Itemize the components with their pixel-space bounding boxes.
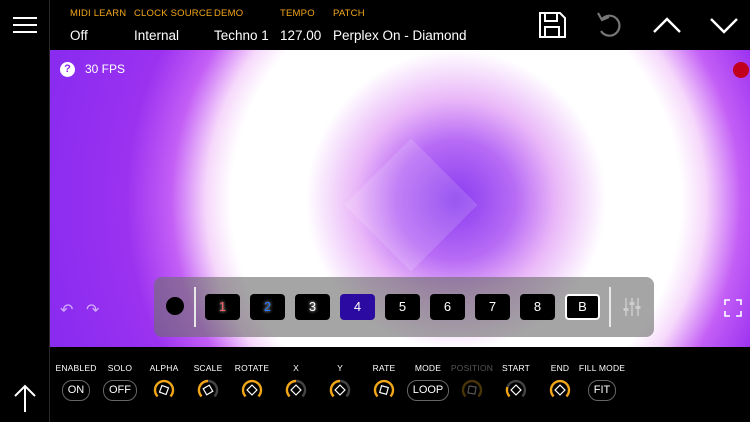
layer-controls-panel: ENABLED ON SOLO OFF ALPHA SCALE ROTATE X	[50, 347, 750, 422]
demo-label: DEMO	[214, 8, 244, 19]
rotate-control: ROTATE	[228, 363, 276, 402]
enabled-label: ENABLED	[55, 363, 97, 373]
redo-icon[interactable]: ↷	[86, 300, 99, 320]
midi-learn-value: Off	[70, 28, 88, 43]
patch-control[interactable]: PATCH Perplex On - Diamond	[333, 8, 467, 43]
rate-label: RATE	[372, 363, 396, 373]
y-label: Y	[337, 363, 343, 373]
alpha-label: ALPHA	[149, 363, 179, 373]
fps-counter: 30 FPS	[85, 62, 126, 76]
layer-slot-6[interactable]: 6	[430, 294, 465, 320]
start-label: START	[501, 363, 531, 373]
scale-knob[interactable]	[196, 378, 220, 402]
fill-mode-control: FILL MODE FIT	[578, 363, 626, 401]
mode-label: MODE	[414, 363, 442, 373]
layer-slot-b[interactable]: B	[565, 294, 600, 320]
end-control: END	[536, 363, 584, 402]
start-knob[interactable]	[504, 378, 528, 402]
solo-label: SOLO	[107, 363, 133, 373]
tempo-control[interactable]: TEMPO 127.00	[280, 8, 321, 43]
left-rail	[0, 50, 50, 422]
mode-toggle[interactable]: LOOP	[406, 380, 450, 401]
enabled-control: ENABLED ON	[52, 363, 100, 401]
end-knob[interactable]	[548, 378, 572, 402]
clock-source-label: CLOCK SOURCE	[134, 8, 213, 19]
end-label: END	[550, 363, 570, 373]
alpha-control: ALPHA	[140, 363, 188, 402]
previous-patch-icon[interactable]	[649, 7, 685, 43]
x-label: X	[293, 363, 299, 373]
position-label: POSITION	[450, 363, 494, 373]
demo-control[interactable]: DEMO Techno 1	[214, 8, 269, 43]
layer-slot-8[interactable]: 8	[520, 294, 555, 320]
scale-label: SCALE	[193, 363, 223, 373]
divider	[609, 287, 611, 327]
rate-control: RATE	[360, 363, 408, 402]
enabled-toggle[interactable]: ON	[61, 380, 91, 401]
next-patch-icon[interactable]	[706, 7, 742, 43]
layer-bar: 1 2 3 4 5 6 7 8 B	[154, 277, 654, 337]
record-indicator-icon[interactable]	[733, 62, 749, 78]
fill-mode-toggle[interactable]: FIT	[587, 380, 617, 401]
layer-slot-4[interactable]: 4	[340, 294, 375, 320]
arrow-up-icon[interactable]	[0, 372, 50, 422]
mode-control: MODE LOOP	[404, 363, 452, 401]
scale-control: SCALE	[184, 363, 232, 402]
revert-icon[interactable]	[592, 7, 628, 43]
patch-label: PATCH	[333, 8, 365, 19]
rotate-knob[interactable]	[240, 378, 264, 402]
clock-source-value: Internal	[134, 28, 180, 43]
menu-icon[interactable]	[0, 0, 50, 50]
tempo-value: 127.00	[280, 28, 322, 43]
solo-control: SOLO OFF	[96, 363, 144, 401]
help-icon[interactable]: ?	[60, 62, 75, 77]
tempo-label: TEMPO	[280, 8, 315, 19]
fill-mode-label: FILL MODE	[578, 363, 626, 373]
top-bar: MIDI LEARN Off CLOCK SOURCE Internal DEM…	[0, 0, 750, 50]
solo-toggle[interactable]: OFF	[103, 380, 137, 401]
patch-value: Perplex On - Diamond	[333, 28, 467, 43]
y-control: Y	[316, 363, 364, 402]
layer-slot-2[interactable]: 2	[250, 294, 285, 320]
visual-canvas[interactable]: ? 30 FPS ↶ ↷ 1 2 3 4 5 6 7 8 B	[50, 50, 750, 347]
start-control: START	[492, 363, 540, 402]
divider	[194, 287, 196, 327]
x-knob[interactable]	[284, 378, 308, 402]
rate-knob[interactable]	[372, 378, 396, 402]
midi-learn-label: MIDI LEARN	[70, 8, 127, 19]
layer-slot-5[interactable]: 5	[385, 294, 420, 320]
x-control: X	[272, 363, 320, 402]
save-icon[interactable]	[534, 7, 570, 43]
diamond-shape	[344, 138, 478, 272]
mixer-icon[interactable]	[622, 297, 642, 317]
layer-slot-7[interactable]: 7	[475, 294, 510, 320]
position-control: POSITION	[448, 363, 496, 402]
y-knob[interactable]	[328, 378, 352, 402]
layer-color-icon[interactable]	[166, 297, 184, 315]
fullscreen-icon[interactable]	[724, 299, 742, 317]
demo-value: Techno 1	[214, 28, 269, 43]
position-knob	[461, 379, 483, 398]
midi-learn-control[interactable]: MIDI LEARN Off	[70, 8, 126, 43]
rotate-label: ROTATE	[234, 363, 270, 373]
layer-slot-1[interactable]: 1	[205, 294, 240, 320]
layer-slot-3[interactable]: 3	[295, 294, 330, 320]
clock-source-control[interactable]: CLOCK SOURCE Internal	[134, 8, 212, 43]
alpha-knob[interactable]	[152, 378, 176, 402]
undo-icon[interactable]: ↶	[60, 300, 73, 320]
